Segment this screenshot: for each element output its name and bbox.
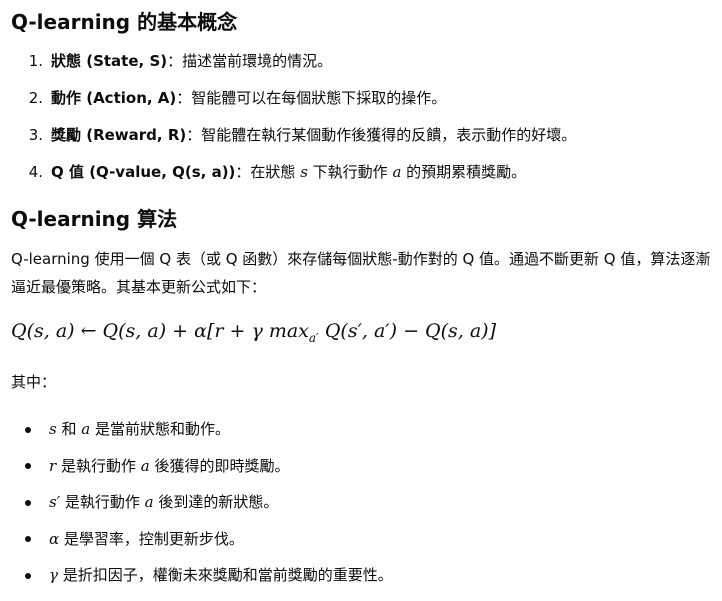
list-item: 2. 動作 (Action, A)：智能體可以在每個狀態下採取的操作。 xyxy=(11,87,576,124)
variable-notes: s 和 a 是當前狀態和動作。 r 是執行動作 a 後獲得的即時獎勵。 s′ 是… xyxy=(11,418,393,601)
formula-subscript: a′ xyxy=(308,330,319,345)
formula-main: Q(s, a) ← Q(s, a) + α[r + γ max xyxy=(11,320,309,342)
bullet-icon xyxy=(25,499,31,506)
where-label: 其中： xyxy=(11,373,57,391)
note-text: 是執行動作 xyxy=(60,493,145,511)
list-item: r 是執行動作 a 後獲得的即時獎勵。 xyxy=(11,455,393,492)
algorithm-paragraph: Q-learning 使用一個 Q 表（或 Q 函數）來存儲每個狀態-動作對的 … xyxy=(11,250,711,296)
item-number: 4. xyxy=(28,163,43,181)
bullet-icon xyxy=(25,463,31,469)
item-description: ：在狀態 xyxy=(235,163,301,181)
math-variable: a xyxy=(81,420,91,438)
update-formula: Q(s, a) ← Q(s, a) + α[r + γ maxa′ Q(s′, … xyxy=(11,320,496,345)
item-term: 狀態 (State, S) xyxy=(51,52,168,70)
bullet-icon xyxy=(25,426,31,433)
note-text: 是當前狀態和動作。 xyxy=(90,420,230,438)
list-item: γ 是折扣因子，權衡未來獎勵和當前獎勵的重要性。 xyxy=(11,564,393,601)
bullet-icon xyxy=(25,572,31,579)
section-heading-basics: Q-learning 的基本概念 xyxy=(11,10,238,34)
item-term: 動作 (Action, A) xyxy=(51,89,177,107)
math-variable: γ xyxy=(49,566,58,584)
bullet-icon xyxy=(25,536,31,542)
formula-tail: Q(s′, a′) − Q(s, a)] xyxy=(318,320,496,342)
note-text: 後到達的新狀態。 xyxy=(153,493,279,511)
item-description: ：描述當前環境的情況。 xyxy=(167,52,333,70)
section-heading-algorithm: Q-learning 算法 xyxy=(11,207,178,231)
item-number: 1. xyxy=(28,52,43,70)
item-term: Q 值 (Q-value, Q(s, a)) xyxy=(51,163,236,181)
item-number: 2. xyxy=(28,89,43,107)
list-item: 3. 獎勵 (Reward, R)：智能體在執行某個動作後獲得的反饋，表示動作的好… xyxy=(11,124,577,161)
math-variable: s xyxy=(300,163,308,181)
note-text: 是學習率，控制更新步伐。 xyxy=(59,529,244,548)
list-item: s 和 a 是當前狀態和動作。 xyxy=(11,418,393,455)
item-description: 下執行動作 xyxy=(307,163,393,181)
list-item: α 是學習率，控制更新步伐。 xyxy=(11,528,393,565)
item-description: ：智能體在執行某個動作後獲得的反饋，表示動作的好壞。 xyxy=(186,126,577,144)
math-variable: a xyxy=(144,493,154,511)
math-variable: α xyxy=(49,529,60,548)
note-text: 後獲得的即時獎勵。 xyxy=(149,456,290,475)
item-number: 3. xyxy=(28,126,43,144)
list-item: 4. Q 值 (Q-value, Q(s, a))：在狀態 s 下執行動作 a 的… xyxy=(11,161,576,198)
item-description: ：智能體可以在每個狀態下採取的操作。 xyxy=(176,89,447,107)
item-description: 的預期累積獎勵。 xyxy=(401,163,527,181)
note-text: 是執行動作 xyxy=(56,456,141,475)
math-variable: a xyxy=(140,456,150,475)
math-variable: s′ xyxy=(49,493,61,511)
math-variable: s xyxy=(49,420,57,438)
note-text: 和 xyxy=(56,420,82,438)
note-text: 是折扣因子，權衡未來獎勵和當前獎勵的重要性。 xyxy=(57,566,393,584)
item-term: 獎勵 (Reward, R) xyxy=(51,126,187,144)
concept-list: 1. 狀態 (State, S)：描述當前環境的情況。 2. 動作 (Action,… xyxy=(11,50,577,198)
list-item: s′ 是執行動作 a 後到達的新狀態。 xyxy=(11,491,393,528)
list-item: 1. 狀態 (State, S)：描述當前環境的情況。 xyxy=(11,50,576,87)
